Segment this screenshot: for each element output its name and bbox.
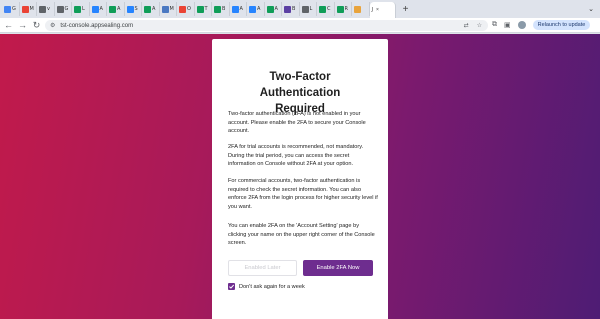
tab-7[interactable]: S (125, 2, 142, 16)
jira-icon (91, 5, 99, 13)
tab-11[interactable]: T (195, 2, 212, 16)
tab-15[interactable]: A (265, 2, 282, 16)
tab-13[interactable]: A (230, 2, 247, 16)
tab-9[interactable]: M (160, 2, 177, 16)
tab-14[interactable]: A (247, 2, 265, 16)
tab-title: G (64, 5, 69, 12)
sheets-icon (196, 5, 204, 13)
tab-strip: G Mv G L A A S A M O T B A A A B L C R J × + ⌄ (0, 0, 600, 18)
tab-16[interactable]: B (282, 2, 300, 16)
tab-active[interactable]: J × (369, 2, 396, 18)
extensions-icon[interactable]: ⧉ (492, 21, 497, 29)
tab-title: G (12, 5, 16, 12)
tab-title: v (47, 5, 50, 12)
tab-12[interactable]: B (212, 2, 230, 16)
jira-icon (249, 5, 256, 13)
dont-ask-again-row[interactable]: Don't ask again for a week (228, 283, 305, 290)
dont-ask-again-checkbox[interactable] (228, 283, 235, 290)
sheets-icon (266, 5, 274, 13)
vscode-icon (284, 5, 291, 13)
profile-avatar[interactable] (517, 21, 526, 29)
dont-ask-again-label: Don't ask again for a week (239, 283, 305, 290)
enable-2fa-now-button[interactable]: Enable 2FA Now (303, 260, 373, 276)
site-info-icon[interactable]: ⚙ (50, 22, 55, 29)
docs-icon (161, 5, 169, 13)
tab-title: L (309, 5, 313, 12)
side-panel-icon[interactable]: ▣ (504, 21, 511, 29)
tab-6[interactable]: A (107, 2, 125, 16)
reload-icon[interactable]: ↻ (31, 18, 42, 33)
tab-18[interactable]: C (317, 2, 335, 16)
sheets-icon (319, 5, 326, 13)
tab-title: A (117, 5, 121, 12)
two-factor-dialog: Two-Factor Authentication Required Two-f… (212, 39, 388, 319)
back-icon[interactable]: ← (3, 18, 14, 33)
gmail-icon (179, 5, 186, 13)
paragraph-commercial-accounts: For commercial accounts, two-factor auth… (228, 178, 378, 210)
sheets-icon (336, 5, 344, 13)
sheets-icon (214, 5, 221, 13)
tab-5[interactable]: A (90, 2, 107, 16)
tab-4[interactable]: L (72, 2, 90, 16)
tab-title: T (204, 5, 208, 12)
tab-19[interactable]: R (335, 2, 352, 16)
tab-active-title: J (371, 6, 373, 13)
close-tab-icon[interactable]: × (376, 7, 379, 13)
paragraph-account-setting: You can enable 2FA on the 'Account Setti… (228, 223, 375, 246)
globe-icon (56, 5, 64, 13)
tab-2[interactable]: v (37, 2, 55, 16)
translate-icon[interactable]: ⇄ (464, 22, 469, 29)
paragraph-trial-accounts: 2FA for trial accounts is recommended, n… (228, 144, 364, 167)
forward-icon[interactable]: → (17, 18, 28, 33)
tab-title: A (274, 5, 278, 12)
tab-title: M (169, 5, 174, 12)
shield-icon (354, 5, 361, 13)
paragraph-2fa-not-enabled: Two-factor authentication (2FA) is not e… (228, 111, 366, 134)
tab-3[interactable]: G (55, 2, 72, 16)
new-tab-button[interactable]: + (400, 4, 412, 15)
gmail-icon (21, 5, 29, 13)
tab-title: B (222, 5, 226, 12)
tab-title: A (99, 5, 103, 12)
tab-title: B (292, 5, 296, 12)
sheets-icon (74, 5, 81, 13)
tab-title: R (344, 5, 348, 12)
bookmark-star-icon[interactable]: ☆ (477, 22, 482, 29)
tab-10[interactable]: O (177, 2, 195, 16)
enabled-later-button[interactable]: Enabled Later (228, 260, 297, 276)
page-icon (39, 5, 46, 13)
browser-toolbar: ← → ↻ ⚙ tst-console.appsealing.com ⇄ ☆ ⧉… (0, 18, 600, 33)
jira-icon (231, 5, 239, 13)
tab-title: M (29, 5, 34, 12)
google-icon (4, 5, 11, 13)
relaunch-button[interactable]: Relaunch to update (532, 20, 591, 30)
tab-search-icon[interactable]: ⌄ (588, 5, 594, 13)
tab-list: G Mv G L A A S A M O T B A A A B L C R (2, 2, 370, 16)
sheets-icon (109, 5, 116, 13)
checkmark-icon (229, 284, 235, 289)
tab-title: A (239, 5, 243, 12)
jira-icon (126, 5, 134, 13)
tab-8[interactable]: A (142, 2, 160, 16)
page-background: Two-Factor Authentication Required Two-f… (0, 34, 600, 319)
tab-title: S (134, 5, 138, 12)
tab-title: O (187, 5, 191, 12)
tab-20[interactable] (352, 2, 370, 16)
tab-1[interactable]: M (20, 2, 37, 16)
tab-title: A (152, 5, 156, 12)
tab-0[interactable]: G (2, 2, 20, 16)
tab-title: L (82, 5, 85, 12)
url-text[interactable]: tst-console.appsealing.com (60, 23, 133, 29)
globe-icon (301, 5, 309, 13)
address-bar[interactable]: ⚙ tst-console.appsealing.com ⇄ ☆ (45, 20, 488, 31)
tab-title: A (257, 5, 261, 12)
tab-title: C (327, 5, 331, 12)
sheets-icon (144, 5, 151, 13)
tab-17[interactable]: L (300, 2, 317, 16)
